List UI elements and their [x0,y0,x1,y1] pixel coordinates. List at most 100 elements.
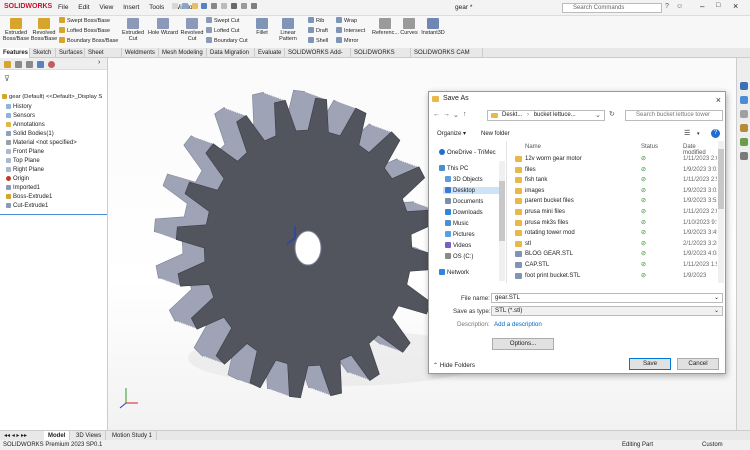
help-icon[interactable]: ? [711,129,720,138]
tree-item-boss-extrude1[interactable]: Boss-Extrude1 [6,194,52,200]
menu-view[interactable]: View [99,4,113,11]
nav-os-c[interactable]: OS (C:) [445,253,473,260]
refresh-icon[interactable]: ↻ [609,110,615,118]
instant3d-button[interactable]: Instant3D [420,18,446,36]
tree-item-history[interactable]: History [6,104,32,110]
file-row[interactable]: prusa mk3s files ⊘ 1/10/2023 9:5 [515,218,717,228]
column-status[interactable]: Status [641,144,658,150]
file-row[interactable]: rotating tower mod ⊘ 1/9/2023 3:45 [515,228,717,238]
maximize-icon[interactable]: □ [716,2,720,9]
save-button[interactable]: Save [629,358,671,370]
up-arrow-icon[interactable]: ↑ [463,111,467,118]
tree-item-origin[interactable]: Origin [6,176,29,182]
feature-manager-icon[interactable] [4,61,11,68]
search-folder-input[interactable]: Search bucket lettuce tower [625,110,723,121]
swept-cut-button[interactable]: Swept Cut [206,17,239,24]
tree-item-right-plane[interactable]: Right Plane [6,167,44,173]
file-row[interactable]: 12v worm gear motor ⊘ 1/11/2023 2:0 [515,154,717,164]
nav-pictures[interactable]: Pictures [445,231,475,238]
boundary-boss-button[interactable]: Boundary Boss/Base [59,37,118,44]
file-name-dropdown-icon[interactable]: ⌄ [714,294,719,302]
nav-music[interactable]: Music [445,220,469,227]
design-library-icon[interactable] [740,96,748,104]
forward-arrow-icon[interactable]: → [443,111,450,118]
file-explorer-icon[interactable] [740,110,748,118]
file-row[interactable]: prusa mini files ⊘ 1/11/2023 2:0 [515,207,717,217]
reference-geometry-button[interactable]: Referenc... [372,18,399,36]
file-row[interactable]: fish tank ⊘ 1/11/2023 2:5 [515,175,717,185]
tab-solidworks-cam[interactable]: SOLIDWORKS CAM [351,48,411,66]
select-icon[interactable] [230,3,237,9]
nav-documents[interactable]: Documents [445,198,483,205]
draft-button[interactable]: Draft [308,27,328,34]
user-icon[interactable]: ☺ [676,3,683,10]
extruded-cut-button[interactable]: Extruded Cut [120,18,146,42]
rib-button[interactable]: Rib [308,17,324,24]
tab-features[interactable]: Features [0,48,30,58]
tree-item-sensors[interactable]: Sensors [6,113,35,119]
file-row[interactable]: files ⊘ 1/9/2023 3:02 [515,165,717,175]
tab-mesh-modeling[interactable]: Mesh Modeling [159,48,207,58]
open-icon[interactable] [191,3,198,9]
address-dropdown-icon[interactable]: ⌄ [595,111,601,119]
tree-item-annotations[interactable]: Annotations [6,122,45,128]
menu-insert[interactable]: Insert [123,4,139,11]
file-list-scroll-thumb[interactable] [718,149,724,209]
rebuild-icon[interactable] [240,3,247,9]
configuration-manager-icon[interactable] [26,61,33,68]
tree-item-top-plane[interactable]: Top Plane [6,158,40,164]
view-dropdown-icon[interactable]: ▾ [697,128,700,140]
linear-pattern-button[interactable]: Linear Pattern [271,18,305,42]
rollback-bar[interactable] [0,214,107,215]
display-manager-icon[interactable] [48,61,55,68]
close-window-icon[interactable]: × [733,1,738,11]
view-palette-icon[interactable] [740,124,748,132]
nav-videos[interactable]: Videos [445,242,471,249]
close-icon[interactable]: × [716,93,721,107]
organize-button[interactable]: Organize ▾ [437,128,466,140]
revolved-boss-button[interactable]: Revolved Boss/Base [30,18,58,42]
tree-item-front-plane[interactable]: Front Plane [6,149,44,155]
custom-properties-icon[interactable] [740,152,748,160]
recent-chevron-icon[interactable]: ⌄ [453,111,459,119]
curves-button[interactable]: Curves [400,18,418,36]
tab-surfaces[interactable]: Surfaces [56,48,85,58]
nav-network[interactable]: Network [439,269,469,276]
options-icon[interactable] [250,3,257,9]
revolved-cut-button[interactable]: Revolved Cut [180,18,204,42]
tree-root-part[interactable]: gear (Default) <<Default>_Display S [2,94,106,100]
tab-evaluate[interactable]: Evaluate [255,48,285,58]
save-as-type-select[interactable]: STL (*.stl) ⌄ [491,306,723,316]
nav-3d-objects[interactable]: 3D Objects [445,176,483,183]
tab-solidworks-cam-tbm[interactable]: SOLIDWORKS CAM TBM [411,48,483,66]
tree-item-imported1[interactable]: Imported1 [6,185,40,191]
tab-weldments[interactable]: Weldments [122,48,159,58]
options-button[interactable]: Options... [492,338,554,350]
help-icon[interactable]: ? [665,3,669,10]
menu-file[interactable]: File [58,4,68,11]
tree-item-material[interactable]: Material <not specified> [6,140,77,146]
print-icon[interactable] [211,3,218,9]
swept-boss-button[interactable]: Swept Boss/Base [59,17,110,24]
menu-edit[interactable]: Edit [78,4,89,11]
file-row[interactable]: foot print bucket.STL ⊘ 1/9/2023 [515,271,715,281]
extruded-boss-button[interactable]: Extruded Boss/Base [2,18,30,42]
minimize-icon[interactable]: – [700,2,704,11]
tab-solidworks-add-ins[interactable]: SOLIDWORKS Add-Ins [285,48,351,66]
intersect-button[interactable]: Intersect [336,27,365,34]
tree-item-solid-bodies[interactable]: Solid Bodies(1) [6,131,54,137]
filter-icon[interactable]: ⊽ [4,74,10,83]
property-manager-icon[interactable] [15,61,22,68]
address-bar[interactable]: Deskt... › bucket lettuce... [487,110,605,121]
save-icon[interactable] [201,3,208,9]
new-folder-button[interactable]: New folder [481,128,510,140]
appearances-icon[interactable] [740,138,748,146]
dimxpert-icon[interactable] [37,61,44,68]
file-row[interactable]: BLOG GEAR.STL ⊘ 1/9/2023 4:08 [515,249,717,259]
column-name[interactable]: Name [525,144,541,150]
lofted-cut-button[interactable]: Lofted Cut [206,27,239,34]
tab-sheet-metal[interactable]: Sheet Metal [85,48,122,66]
cancel-button[interactable]: Cancel [677,358,719,370]
file-row[interactable]: parent bucket files ⊘ 1/9/2023 3:53 [515,196,717,206]
nav-scroll-thumb[interactable] [499,181,505,241]
